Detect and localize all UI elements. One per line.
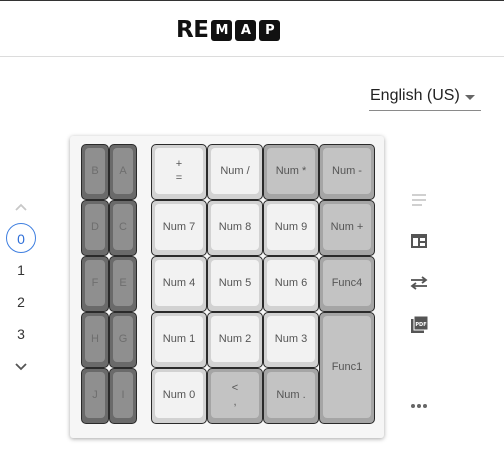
layout-icon[interactable] [408,230,430,252]
key-label: Num 7 [155,204,203,250]
key-num--[interactable]: Num - [319,144,375,200]
key-label: Num + [323,204,371,250]
key-label: Num 6 [267,260,315,306]
key-label: Num 8 [211,204,259,250]
language-value: English (US) [370,87,460,104]
key-func1[interactable]: Func1 [319,312,375,424]
key-num-7[interactable]: Num 7 [151,200,207,256]
chevron-down-icon[interactable] [13,359,29,375]
key-num-1[interactable]: Num 1 [151,312,207,368]
key-label: F [85,260,105,306]
key-label: D [85,204,105,250]
language-select[interactable]: English (US) [369,84,481,111]
key-label: + = [155,148,203,194]
layer-2[interactable]: 2 [5,288,37,316]
key-d[interactable]: D [81,200,109,256]
key-label: < , [211,372,259,418]
key-h[interactable]: H [81,312,109,368]
logo-letter-p: P [259,19,281,41]
key-label: Num - [323,148,371,194]
key-label: Num 5 [211,260,259,306]
key-c[interactable]: C [109,200,137,256]
key-label: Num 3 [267,316,315,362]
chevron-up-icon[interactable] [13,199,29,215]
key-label: Num 1 [155,316,203,362]
key-num-6[interactable]: Num 6 [263,256,319,312]
dropdown-arrow-icon [465,95,475,100]
app-header: RE M A P [0,1,504,57]
key-num-0[interactable]: Num 0 [151,368,207,424]
key-num-*[interactable]: Num * [263,144,319,200]
key-e[interactable]: E [109,256,137,312]
key-label: Num 4 [155,260,203,306]
key-label: Num * [267,148,315,194]
layer-1[interactable]: 1 [5,256,37,284]
key-num-3[interactable]: Num 3 [263,312,319,368]
key-label: Num . [267,372,315,418]
keyboard-layout: B A D C F E H G J I + = Num / Num * Num - Num 7 Num 8 Nu… [70,136,384,438]
key-num-.[interactable]: Num . [263,368,319,424]
key-label: Func4 [323,260,371,306]
key-label: B [85,148,105,194]
key-label: C [113,204,133,250]
key-label: I [113,372,133,418]
remap-logo[interactable]: RE M A P [176,17,283,43]
key-label: Num 2 [211,316,259,362]
key-label: A [113,148,133,194]
key-label: Num 0 [155,372,203,418]
key-f[interactable]: F [81,256,109,312]
key-label: Num 9 [267,204,315,250]
key-label: Num / [211,148,259,194]
key-+-=[interactable]: + = [151,144,207,200]
key-num-2[interactable]: Num 2 [207,312,263,368]
key-i[interactable]: I [109,368,137,424]
key-func4[interactable]: Func4 [319,256,375,312]
key-label: Func1 [323,316,371,418]
pdf-icon[interactable]: PDF [408,314,430,336]
key-num-+[interactable]: Num + [319,200,375,256]
layer-3[interactable]: 3 [5,320,37,348]
key-label: E [113,260,133,306]
key-label: J [85,372,105,418]
key-num-/[interactable]: Num / [207,144,263,200]
key-j[interactable]: J [81,368,109,424]
key-label: G [113,316,133,362]
logo-letter-m: M [211,19,233,41]
more-icon[interactable] [408,395,430,417]
svg-text:PDF: PDF [415,322,426,328]
key-num-9[interactable]: Num 9 [263,200,319,256]
layer-0[interactable]: 0 [6,223,36,253]
key-label: H [85,316,105,362]
key-b[interactable]: B [81,144,109,200]
key-num-8[interactable]: Num 8 [207,200,263,256]
key-a[interactable]: A [109,144,137,200]
swap-icon[interactable] [408,272,430,294]
key-num-4[interactable]: Num 4 [151,256,207,312]
notes-icon[interactable] [408,189,430,211]
key-num-5[interactable]: Num 5 [207,256,263,312]
key-g[interactable]: G [109,312,137,368]
logo-letter-a: A [235,19,257,41]
logo-text: RE [176,17,209,43]
key-<-,[interactable]: < , [207,368,263,424]
